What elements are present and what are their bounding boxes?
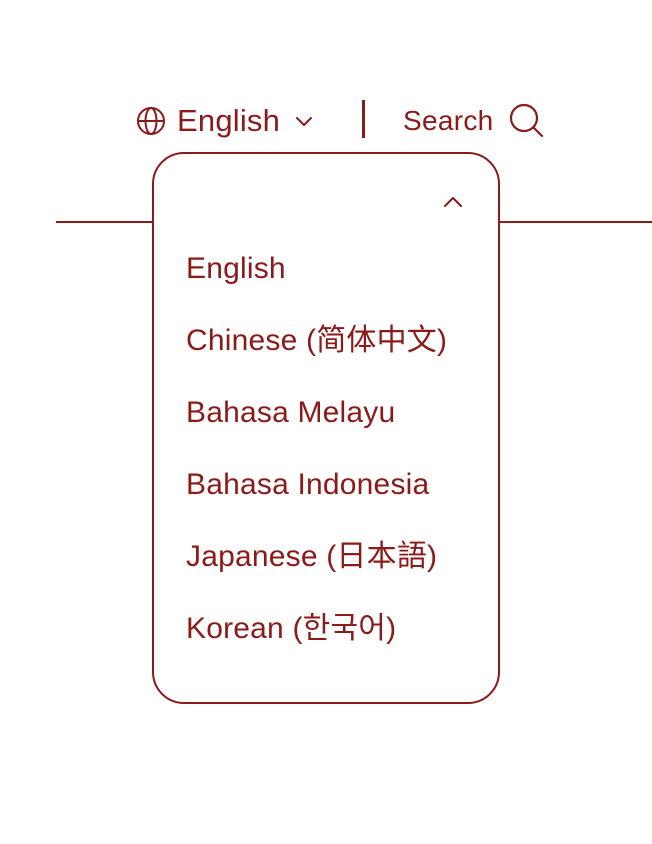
language-options-list: English Chinese (简体中文) Bahasa Melayu Bah… xyxy=(186,248,447,680)
header-divider-left xyxy=(56,221,154,223)
language-option-korean[interactable]: Korean (한국어) xyxy=(186,608,447,680)
language-option-indonesian[interactable]: Bahasa Indonesia xyxy=(186,464,447,536)
chevron-down-icon xyxy=(296,117,313,126)
language-selector[interactable]: English xyxy=(136,100,314,142)
language-selector-label: English xyxy=(177,103,281,138)
language-option-english[interactable]: English xyxy=(186,248,447,320)
search-button[interactable]: Search xyxy=(403,100,546,142)
language-dropdown: English Chinese (简体中文) Bahasa Melayu Bah… xyxy=(152,152,500,704)
language-option-malay[interactable]: Bahasa Melayu xyxy=(186,392,447,464)
chevron-up-icon[interactable] xyxy=(442,194,464,210)
search-label: Search xyxy=(403,105,494,136)
globe-icon xyxy=(137,107,165,135)
language-option-chinese[interactable]: Chinese (简体中文) xyxy=(186,320,447,392)
header-separator xyxy=(362,100,365,138)
header-divider-right xyxy=(498,221,652,223)
language-option-japanese[interactable]: Japanese (日本語) xyxy=(186,536,447,608)
search-icon xyxy=(509,103,543,138)
